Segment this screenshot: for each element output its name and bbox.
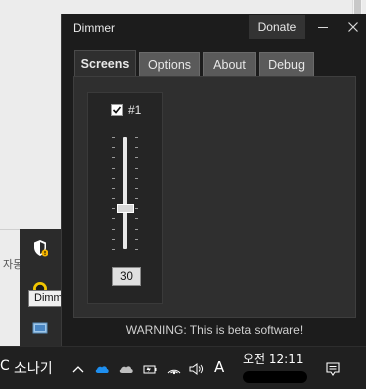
dimmer-window: Dimmer Donate Screens Options About Debu… (61, 14, 366, 346)
volume-icon[interactable] (188, 361, 204, 377)
slider-tick-left (112, 229, 115, 230)
slider-tick-right (135, 188, 138, 189)
tray-overflow-flyout (20, 229, 62, 346)
slider-tick-right (135, 239, 138, 240)
close-icon (348, 22, 358, 32)
close-button[interactable] (339, 15, 366, 39)
battery-icon[interactable] (142, 361, 158, 377)
minimize-button[interactable] (309, 15, 337, 39)
slider-tick-right (135, 137, 138, 138)
screen-enable-checkbox[interactable] (111, 104, 123, 116)
window-title: Dimmer (73, 21, 115, 35)
slider-tick-left (112, 239, 115, 240)
screen-label: #1 (128, 103, 142, 117)
dim-slider-track[interactable] (123, 137, 127, 249)
display-tray-icon[interactable] (31, 320, 49, 338)
slider-tick-right (135, 218, 138, 219)
slider-tick-left (112, 168, 115, 169)
slider-tick-left (112, 218, 115, 219)
slider-tick-right (135, 229, 138, 230)
slider-tick-left (112, 178, 115, 179)
tab-screens[interactable]: Screens (74, 50, 136, 77)
minimize-icon (318, 27, 328, 28)
redacted-date (243, 371, 307, 383)
slider-tick-left (112, 157, 115, 158)
slider-tick-right (135, 157, 138, 158)
dim-slider-thumb[interactable] (117, 204, 134, 213)
slider-tick-right (135, 178, 138, 179)
slider-tick-left (112, 198, 115, 199)
slider-tick-left (112, 188, 115, 189)
beta-warning: WARNING: This is beta software! (125, 323, 304, 337)
cloud-icon[interactable] (118, 361, 134, 377)
tab-about[interactable]: About (203, 52, 256, 77)
taskbar: C 소나기 A 오전 12:11 (0, 346, 366, 389)
slider-tick-right (135, 168, 138, 169)
slider-tick-right (135, 249, 138, 250)
slider-tick-left (112, 249, 115, 250)
network-icon[interactable] (166, 361, 182, 377)
slider-tick-right (135, 208, 138, 209)
screens-panel: #1 30 (73, 76, 356, 318)
tab-debug[interactable]: Debug (259, 52, 314, 77)
onedrive-icon[interactable] (94, 361, 110, 377)
input-mode-indicator[interactable]: A (214, 358, 224, 376)
slider-tick-left (112, 137, 115, 138)
screen-1-group: #1 30 (87, 92, 163, 304)
slider-tick-right (135, 198, 138, 199)
taskbar-ime-text[interactable]: 소나기 (14, 358, 53, 378)
slider-tick-right (135, 147, 138, 148)
chevron-up-icon[interactable] (70, 361, 86, 377)
dim-value-field[interactable]: 30 (112, 267, 141, 286)
security-shield-icon[interactable] (31, 239, 49, 257)
slider-tick-left (112, 147, 115, 148)
taskbar-left-letter: C (0, 358, 10, 374)
slider-tick-left (112, 208, 115, 209)
taskbar-clock[interactable]: 오전 12:11 (243, 350, 303, 367)
tab-options[interactable]: Options (139, 52, 200, 77)
donate-button[interactable]: Donate (249, 15, 305, 39)
checkmark-icon (112, 106, 122, 114)
notification-icon[interactable] (325, 361, 341, 377)
